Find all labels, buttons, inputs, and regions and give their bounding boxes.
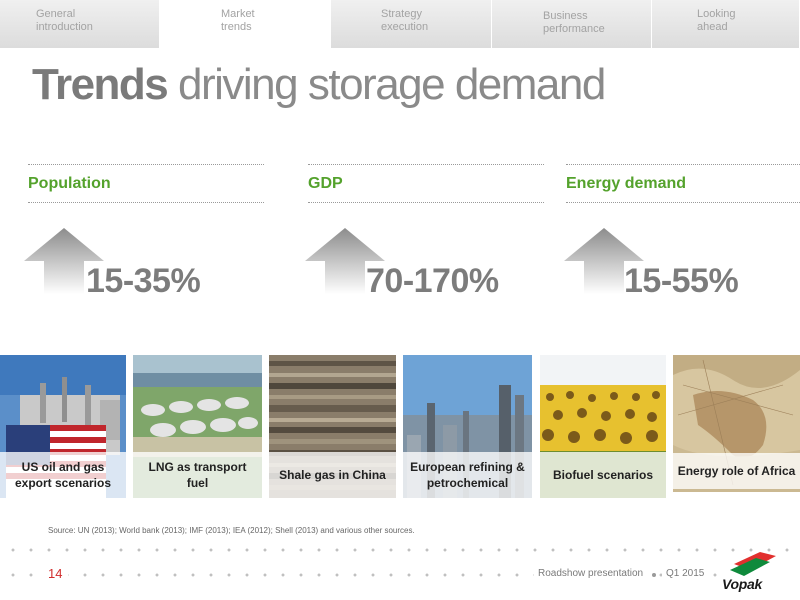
footer-period: Q1 2015 [662,568,709,579]
page-title: Trends driving storage demand [32,60,606,110]
page-title-rest: driving storage demand [167,60,606,109]
metric-value-population: 15-35% [86,262,201,300]
tile-africa: Energy role of Africa [673,355,800,492]
tile-caption: US oil and gas export scenarios [0,452,126,498]
vopak-logo-text: Vopak [722,576,762,592]
tab-market-trends[interactable]: Market trends [160,0,331,48]
footer-separator-dot [652,573,656,577]
source-note: Source: UN (2013); World bank (2013); IM… [48,526,415,535]
tile-shale-gas: Shale gas in China [269,355,396,498]
section-tabs: General introduction Market trends Strat… [0,0,800,48]
tab-general-introduction[interactable]: General introduction [0,0,160,48]
tab-label: General introduction [36,8,93,33]
tile-caption: Shale gas in China [269,452,396,498]
tile-caption: LNG as transport fuel [133,452,262,498]
tile-caption: Biofuel scenarios [540,452,666,498]
metric-population: Population [28,164,264,203]
tile-us-oil-gas: US oil and gas export scenarios [0,355,126,498]
dotted-divider [0,547,800,553]
metric-label: Population [28,165,264,203]
tab-label: Strategy execution [381,8,429,33]
metric-value-gdp: 70-170% [366,262,499,300]
tile-lng: LNG as transport fuel [133,355,262,498]
tab-label: Looking ahead [697,8,736,33]
tile-biofuel: Biofuel scenarios [540,355,666,498]
tab-business-performance[interactable]: Business performance [492,0,652,48]
tile-european-refining: European refining & petrochemical [403,355,532,498]
page-title-bold: Trends [32,60,169,109]
tile-caption: European refining & petrochemical [403,452,532,498]
metric-label: GDP [308,165,544,203]
metric-energy-demand: Energy demand [566,164,800,203]
tab-looking-ahead[interactable]: Looking ahead [652,0,800,48]
metric-gdp: GDP [308,164,544,203]
tile-caption: Energy role of Africa [673,453,800,489]
metric-label: Energy demand [566,165,800,203]
footer-presentation: Roadshow presentation [534,568,648,579]
metric-value-energy-demand: 15-55% [624,262,739,300]
tab-label: Business performance [543,10,605,35]
tab-label: Market trends [221,8,255,33]
page-number: 14 [42,566,69,581]
tab-strategy-execution[interactable]: Strategy execution [331,0,492,48]
